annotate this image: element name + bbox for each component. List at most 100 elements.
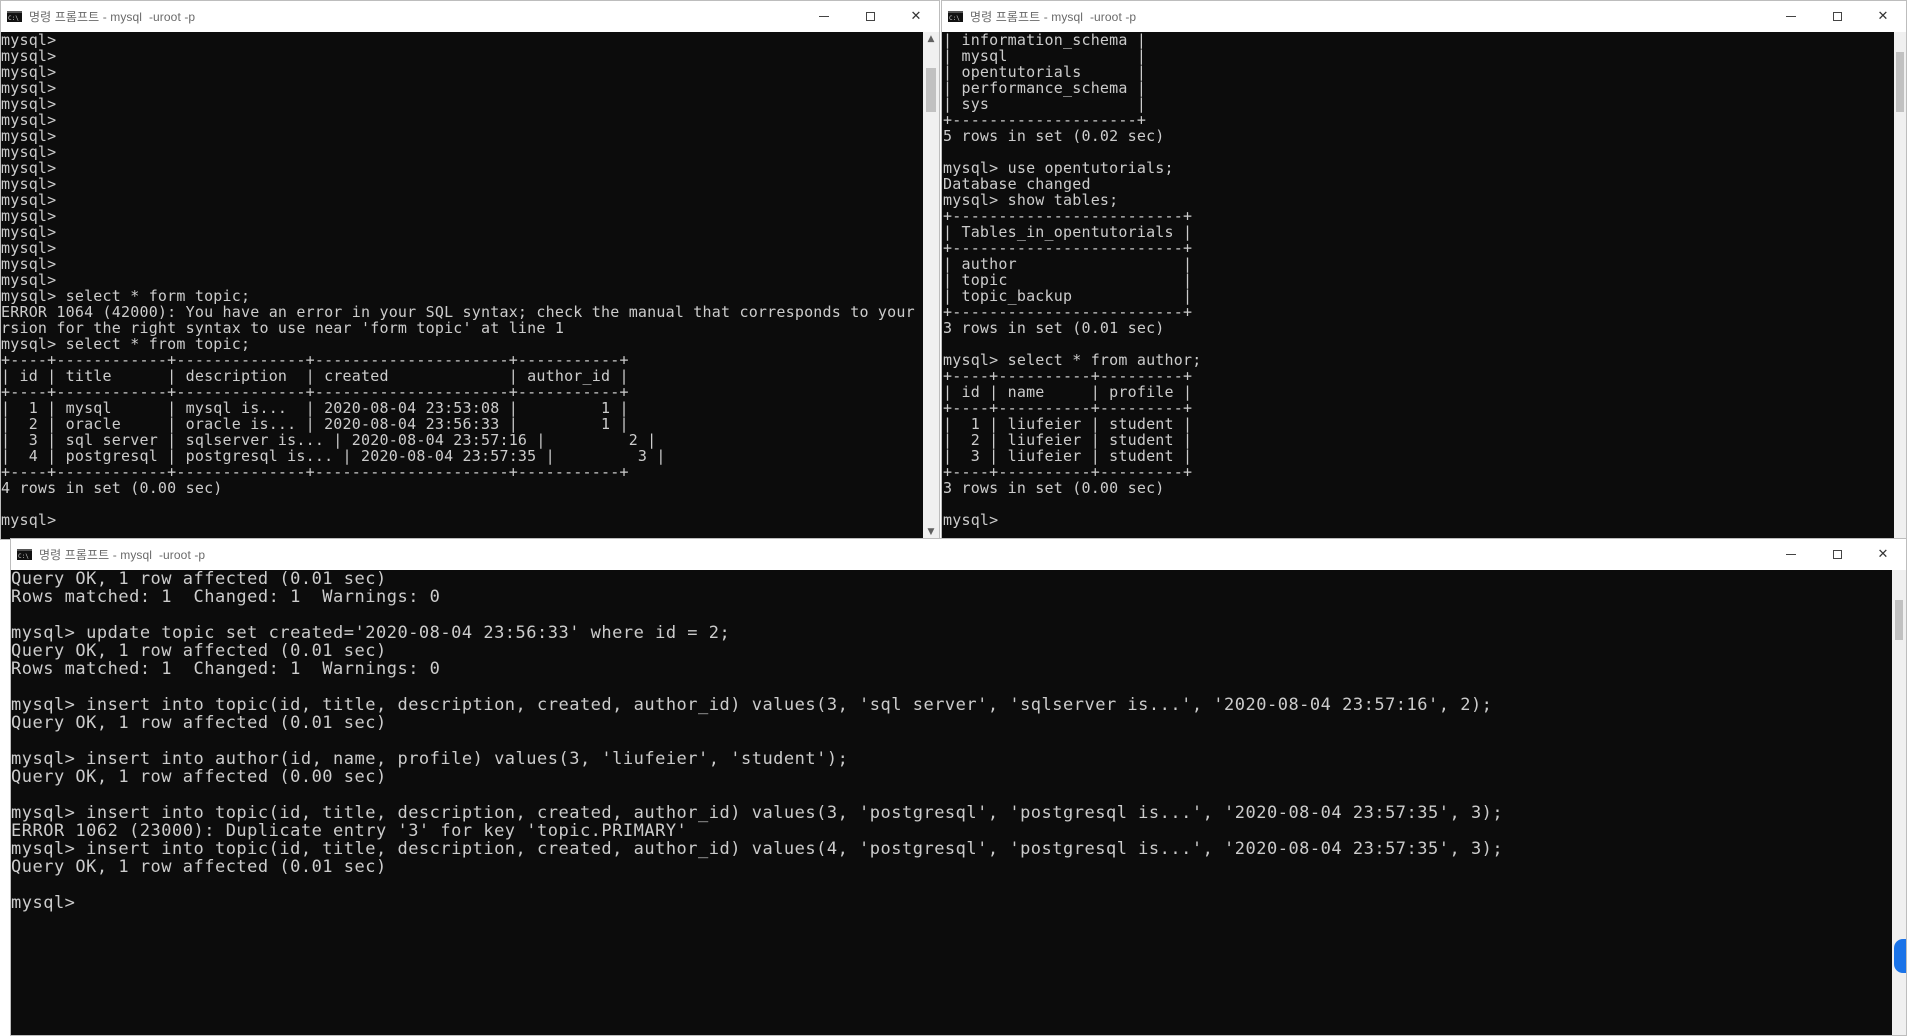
console-line: mysql> (1, 79, 57, 97)
maximize-button[interactable] (847, 1, 893, 32)
console-line: +-------------------------+ (943, 303, 1193, 321)
console-line: mysql> use opentutorials; (943, 159, 1174, 177)
scroll-thumb[interactable] (926, 68, 936, 112)
console-line: +--------------------+ (943, 111, 1147, 129)
titlebar[interactable]: C:\ 명령 프롬프트 - mysql -uroot -p ✕ (942, 1, 1906, 32)
close-button[interactable]: ✕ (1860, 1, 1906, 32)
console-line: mysql> (11, 893, 76, 913)
console-line: | 2 | liufeier | student | (943, 431, 1193, 449)
console-line: Database changed (943, 175, 1091, 193)
close-button[interactable]: ✕ (1860, 539, 1906, 570)
console-line: mysql> (1, 255, 57, 273)
close-icon: ✕ (1877, 9, 1889, 24)
cmd-icon: C:\ (948, 11, 963, 22)
console-line: Query OK, 1 row affected (0.01 sec) (11, 570, 387, 589)
console-line: | topic | (943, 271, 1193, 289)
maximize-button[interactable] (1814, 539, 1860, 570)
console-line: +----+----------+---------+ (943, 367, 1193, 385)
minimize-button[interactable] (1768, 1, 1814, 32)
console-line: mysql> (1, 111, 57, 129)
console-line: +-------------------------+ (943, 239, 1193, 257)
console-line: +----+----------+---------+ (943, 399, 1193, 417)
console-line: mysql> show tables; (943, 191, 1119, 209)
console-line: | 1 | liufeier | student | (943, 415, 1193, 433)
console-line: mysql> (1, 207, 57, 225)
console-window-top-left[interactable]: C:\ 명령 프롬프트 - mysql -uroot -p ✕ mysql> my… (0, 0, 940, 540)
console-line: mysql> (1, 47, 57, 65)
console-line: | Tables_in_opentutorials | (943, 223, 1193, 241)
console-window-bottom[interactable]: C:\ 명령 프롬프트 - mysql -uroot -p ✕ Query OK… (10, 538, 1907, 1036)
console-line: Rows matched: 1 Changed: 1 Warnings: 0 (11, 587, 441, 607)
titlebar[interactable]: C:\ 명령 프롬프트 - mysql -uroot -p ✕ (1, 1, 939, 32)
console-line: | 3 | sql server | sqlserver is... | 202… (1, 431, 657, 449)
cmd-icon: C:\ (7, 11, 22, 22)
console-line: | id | title | description | created | a… (1, 367, 629, 385)
edge-widget-icon[interactable] (1894, 939, 1906, 973)
scroll-thumb[interactable] (1895, 600, 1903, 640)
close-icon: ✕ (1877, 547, 1889, 562)
minimize-icon (1786, 554, 1796, 555)
cmd-icon: C:\ (17, 549, 32, 560)
console-line: mysql> (1, 511, 57, 529)
console-line: | performance_schema | (943, 79, 1147, 97)
close-button[interactable]: ✕ (893, 1, 939, 32)
console-line: mysql> (1, 127, 57, 145)
console-line: mysql> select * form topic; (1, 287, 251, 305)
console-line: mysql> insert into topic(id, title, desc… (11, 803, 1504, 823)
console-output[interactable]: | information_schema | | mysql | | opentut… (942, 32, 1894, 539)
console-line: | sys | (943, 95, 1147, 113)
console-line: ERROR 1064 (42000): You have an error in… (1, 303, 915, 321)
console-line: mysql> insert into topic(id, title, desc… (11, 695, 1493, 715)
console-line: mysql> insert into author(id, name, prof… (11, 749, 849, 769)
minimize-button[interactable] (801, 1, 847, 32)
console-line: | id | name | profile | (943, 383, 1193, 401)
titlebar[interactable]: C:\ 명령 프롬프트 - mysql -uroot -p ✕ (11, 539, 1906, 570)
console-line: +----+----------+---------+ (943, 463, 1193, 481)
console-line: mysql> (1, 159, 57, 177)
console-line: | 3 | liufeier | student | (943, 447, 1193, 465)
console-line: mysql> select * from topic; (1, 335, 251, 353)
console-line: mysql> (1, 223, 57, 241)
maximize-icon (1832, 12, 1842, 21)
vertical-scrollbar[interactable] (1894, 32, 1906, 539)
console-line: 3 rows in set (0.01 sec) (943, 319, 1165, 337)
minimize-icon (819, 16, 829, 17)
console-line: | 4 | postgresql | postgresql is... | 20… (1, 447, 666, 465)
console-line: mysql> (943, 511, 999, 529)
minimize-button[interactable] (1768, 539, 1814, 570)
console-line: mysql> insert into topic(id, title, desc… (11, 839, 1504, 859)
console-line: Query OK, 1 row affected (0.01 sec) (11, 641, 387, 661)
vertical-scrollbar[interactable]: ▲ ▼ (923, 32, 939, 539)
console-output[interactable]: mysql> mysql> mysql> mysql> mysql> mysql> mysq… (1, 32, 923, 539)
console-line: mysql> (1, 143, 57, 161)
console-line: mysql> (1, 271, 57, 289)
console-line: mysql> (1, 95, 57, 113)
window-title: 명령 프롬프트 - mysql -uroot -p (29, 10, 196, 24)
minimize-icon (1786, 16, 1796, 17)
console-line: mysql> (1, 32, 57, 49)
console-line: mysql> (1, 175, 57, 193)
console-line: mysql> select * from author; (943, 351, 1202, 369)
scroll-down-icon[interactable]: ▼ (923, 525, 939, 539)
console-line: | information_schema | (943, 32, 1147, 49)
console-line: 4 rows in set (0.00 sec) (1, 479, 223, 497)
console-line: 3 rows in set (0.00 sec) (943, 479, 1165, 497)
scroll-up-icon[interactable]: ▲ (923, 32, 939, 46)
console-line: Query OK, 1 row affected (0.01 sec) (11, 857, 387, 877)
console-line: | topic_backup | (943, 287, 1193, 305)
console-line: Rows matched: 1 Changed: 1 Warnings: 0 (11, 659, 441, 679)
console-line: | opentutorials | (943, 63, 1147, 81)
console-line: mysql> (1, 63, 57, 81)
maximize-button[interactable] (1814, 1, 1860, 32)
scroll-thumb[interactable] (1896, 52, 1904, 112)
console-window-top-right[interactable]: C:\ 명령 프롬프트 - mysql -uroot -p ✕ | inform… (941, 0, 1907, 540)
console-line: mysql> (1, 191, 57, 209)
console-line: 5 rows in set (0.02 sec) (943, 127, 1165, 145)
console-line: mysql> (1, 239, 57, 257)
console-output[interactable]: Query OK, 1 row affected (0.01 sec) Rows … (11, 570, 1892, 1035)
